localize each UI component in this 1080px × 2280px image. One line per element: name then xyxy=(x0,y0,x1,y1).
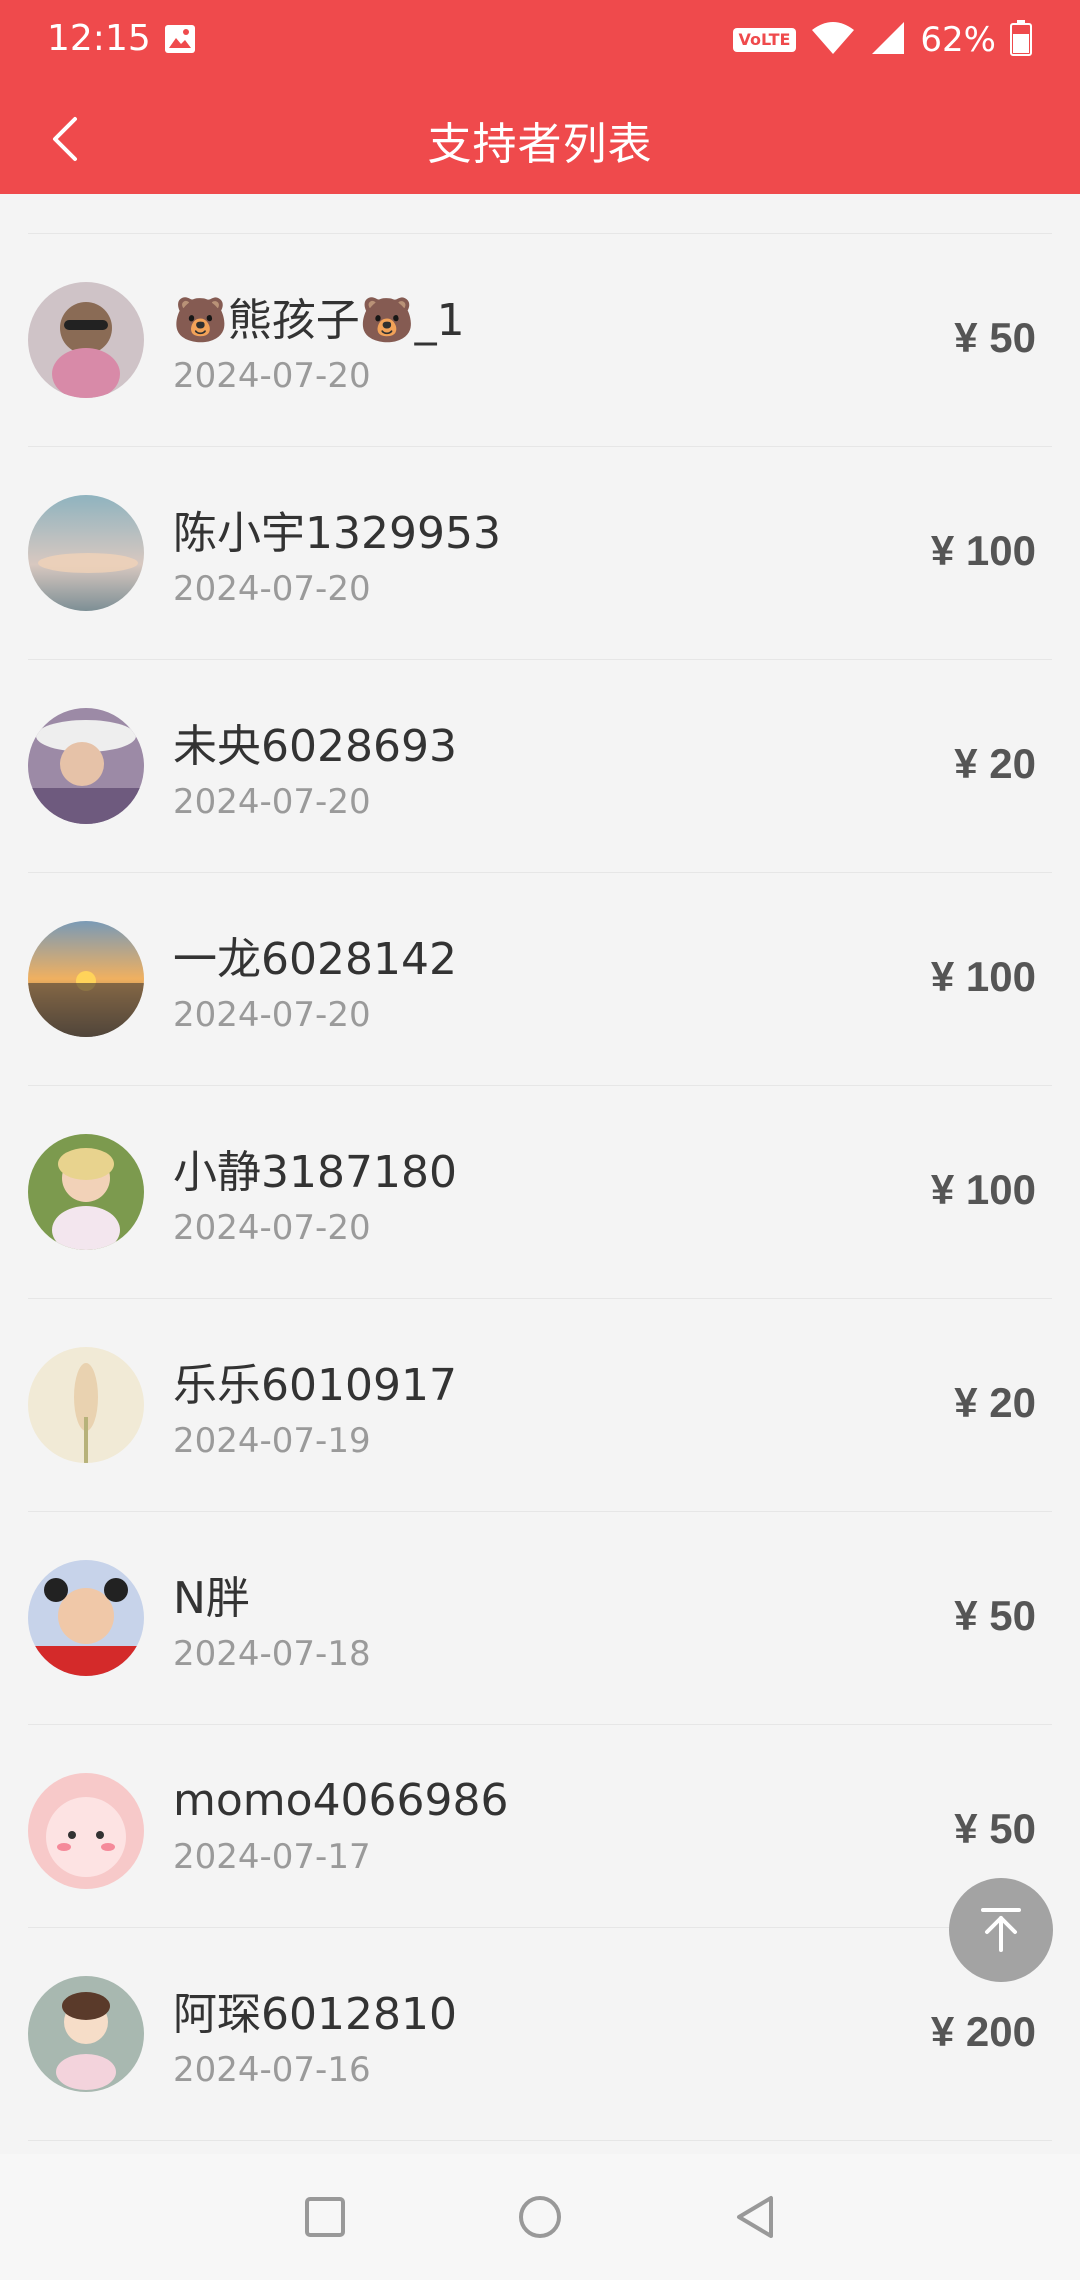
list-item[interactable]: 阿琛6012810 2024-07-16 ¥ 200 xyxy=(28,1928,1052,2141)
volte-badge: VoLTE xyxy=(732,28,797,52)
supporter-name: momo4066986 xyxy=(173,1775,509,1826)
support-date: 2024-07-17 xyxy=(173,1837,371,1877)
support-date: 2024-07-16 xyxy=(173,2050,371,2090)
support-date: 2024-07-18 xyxy=(173,1634,371,1674)
list-item[interactable]: 小静3187180 2024-07-20 ¥ 100 xyxy=(28,1086,1052,1299)
avatar xyxy=(28,921,144,1037)
status-time: 12:15 xyxy=(47,18,151,59)
status-bar: 12:15 VoLTE 62% xyxy=(0,0,1080,80)
system-back-button[interactable] xyxy=(725,2187,785,2247)
recent-apps-button[interactable] xyxy=(295,2187,355,2247)
avatar xyxy=(28,282,144,398)
avatar xyxy=(28,708,144,824)
recent-apps-icon xyxy=(305,2197,345,2237)
avatar xyxy=(28,1134,144,1250)
supporter-name: 陈小宇1329953 xyxy=(173,508,501,559)
support-amount: ¥ 200 xyxy=(930,2008,1036,2055)
supporter-name: 阿琛6012810 xyxy=(173,1989,457,2040)
support-date: 2024-07-20 xyxy=(173,782,371,822)
support-amount: ¥ 50 xyxy=(954,1805,1036,1852)
signal-icon xyxy=(870,20,906,60)
support-date: 2024-07-20 xyxy=(173,356,371,396)
battery-percentage: 62% xyxy=(920,20,996,60)
home-button[interactable] xyxy=(510,2187,570,2247)
support-amount: ¥ 100 xyxy=(930,527,1036,574)
wifi-icon xyxy=(810,20,856,60)
list-item[interactable]: N胖 2024-07-18 ¥ 50 xyxy=(28,1512,1052,1725)
avatar xyxy=(28,1976,144,2092)
support-amount: ¥ 100 xyxy=(930,953,1036,1000)
supporter-name: 一龙6028142 xyxy=(173,934,457,985)
support-date: 2024-07-20 xyxy=(173,1208,371,1248)
list-item[interactable]: 未央6028693 2024-07-20 ¥ 20 xyxy=(28,660,1052,873)
list-item[interactable]: 乐乐6010917 2024-07-19 ¥ 20 xyxy=(28,1299,1052,1512)
support-date: 2024-07-20 xyxy=(173,995,371,1035)
list-item[interactable]: 一龙6028142 2024-07-20 ¥ 100 xyxy=(28,873,1052,1086)
page-title: 支持者列表 xyxy=(427,119,653,170)
support-amount: ¥ 50 xyxy=(954,314,1036,361)
support-date: 2024-07-19 xyxy=(173,1421,371,1461)
avatar xyxy=(28,495,144,611)
list-item[interactable]: 🐻熊孩子🐻_1 2024-07-20 ¥ 50 xyxy=(28,234,1052,447)
back-to-top-button[interactable] xyxy=(949,1878,1053,1982)
support-amount: ¥ 20 xyxy=(954,740,1036,787)
supporter-name: 未央6028693 xyxy=(173,721,457,772)
arrow-up-to-top-icon xyxy=(981,1908,1021,1952)
supporter-name: 乐乐6010917 xyxy=(173,1360,457,1411)
list-item[interactable]: 陈小宇1329953 2024-07-20 ¥ 100 xyxy=(28,447,1052,660)
supporter-name: 🐻熊孩子🐻_1 xyxy=(173,295,465,346)
system-nav-bar xyxy=(0,2154,1080,2280)
support-amount: ¥ 100 xyxy=(930,1166,1036,1213)
home-icon xyxy=(519,2196,561,2238)
gallery-icon xyxy=(164,24,196,54)
status-icons: VoLTE 62% xyxy=(732,20,1032,60)
avatar xyxy=(28,1560,144,1676)
supporter-name: N胖 xyxy=(173,1573,250,1624)
supporter-name: 小静3187180 xyxy=(173,1147,457,1198)
back-icon xyxy=(737,2196,773,2238)
battery-icon xyxy=(1010,20,1032,60)
support-date: 2024-07-20 xyxy=(173,569,371,609)
support-amount: ¥ 50 xyxy=(954,1592,1036,1639)
list-top-divider xyxy=(28,194,1052,234)
app-header: 12:15 VoLTE 62% 支持者列表 xyxy=(0,0,1080,194)
avatar xyxy=(28,1773,144,1889)
supporter-list: 🐻熊孩子🐻_1 2024-07-20 ¥ 50 陈小宇1329953 2024-… xyxy=(0,194,1080,2141)
supporter-list-screen: 12:15 VoLTE 62% 支持者列表 🐻熊孩子🐻_1 2024-07-20… xyxy=(0,0,1080,2280)
support-amount: ¥ 20 xyxy=(954,1379,1036,1426)
title-bar: 支持者列表 xyxy=(0,80,1080,194)
list-item[interactable]: momo4066986 2024-07-17 ¥ 50 xyxy=(28,1725,1052,1928)
avatar xyxy=(28,1347,144,1463)
